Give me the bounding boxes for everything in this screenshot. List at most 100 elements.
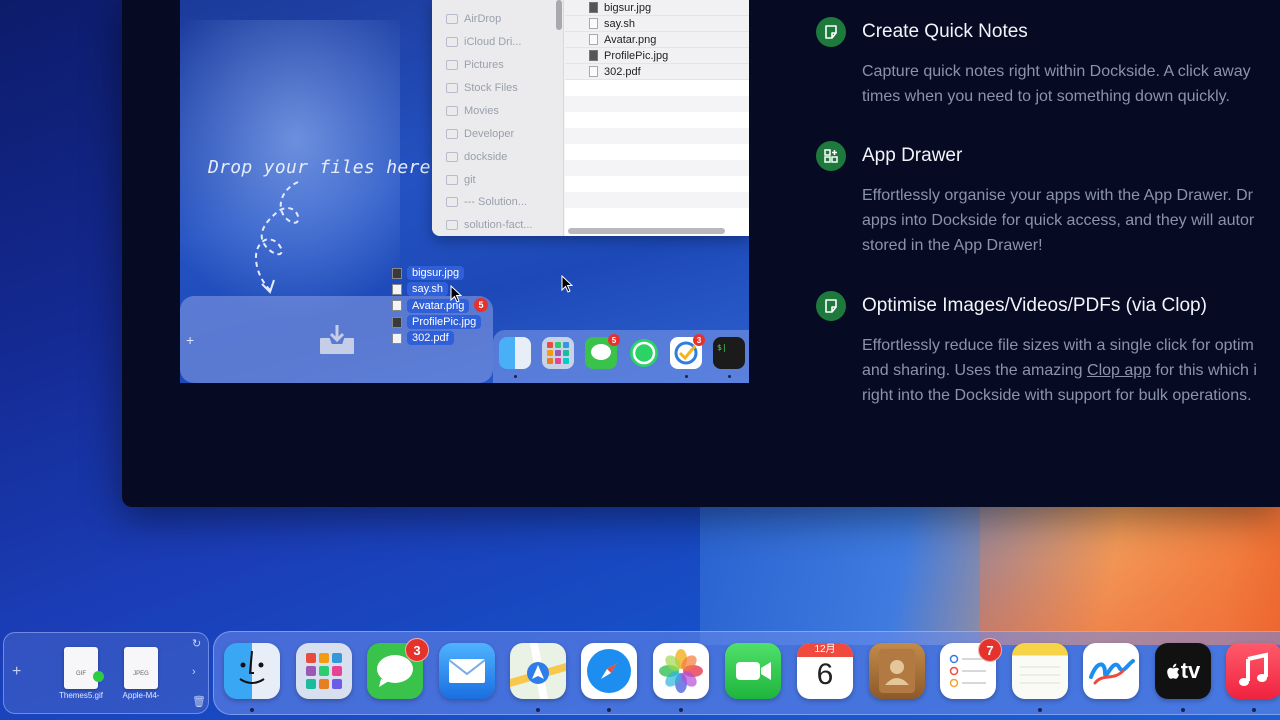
file-row[interactable]: bigsur.jpg (565, 0, 749, 16)
plus-icon[interactable]: + (186, 332, 194, 348)
folder-icon (446, 220, 458, 230)
sidebar-item-airdrop[interactable]: AirDrop (446, 10, 501, 28)
refresh-icon[interactable]: ↻ (192, 637, 201, 650)
status-dot (93, 671, 104, 682)
image-file-icon (392, 300, 402, 312)
dragged-file: bigsur.jpg (392, 265, 481, 281)
dragged-file: ProfilePic.jpg (392, 314, 482, 330)
sidebar-item-solution[interactable]: --- Solution... (446, 193, 527, 211)
feature-description: Capture quick notes right within Docksid… (862, 63, 1251, 105)
maps-icon[interactable] (510, 643, 566, 699)
music-icon[interactable] (1226, 643, 1280, 699)
finder-sidebar: AirDrop iCloud Dri... Pictures Stock Fil… (432, 0, 564, 236)
hammer-icon (446, 129, 458, 139)
freeform-icon[interactable] (1083, 643, 1139, 699)
sidebar-item-git[interactable]: git (446, 171, 476, 189)
sidebar-item-icloud[interactable]: iCloud Dri... (446, 33, 521, 51)
messages-badge: 5 (608, 334, 620, 346)
facetime-icon[interactable] (725, 643, 781, 699)
browser-window: Drop your files here AirDrop iCloud Dri.… (122, 0, 1280, 507)
wallpaper-wave-orange (980, 505, 1280, 645)
dockside-file-shelf[interactable]: + GIF Themes5.gif JPEG Apple-M4- ↻ › 🗑 (3, 632, 209, 714)
cloud-icon (446, 37, 458, 47)
finder-sidebar-scrollbar[interactable] (556, 0, 562, 30)
apple-tv-icon[interactable]: tv (1155, 643, 1211, 699)
sidebar-item-movies[interactable]: Movies (446, 102, 499, 120)
reminders-badge: 7 (978, 638, 1002, 662)
whatsapp-icon[interactable] (628, 337, 660, 369)
folder-icon (446, 83, 458, 93)
dragged-file: say.sh (392, 281, 481, 297)
script-file-icon (392, 283, 402, 295)
photo-icon (446, 60, 458, 70)
file-row[interactable]: 302.pdf (565, 64, 749, 80)
image-file-icon (589, 34, 598, 45)
mail-icon[interactable] (439, 643, 495, 699)
sidebar-item-stock-files[interactable]: Stock Files (446, 79, 518, 97)
calendar-month: 12月 (797, 643, 853, 657)
feature-description: Effortlessly organise your apps with the… (862, 187, 1255, 254)
calendar-icon[interactable]: 12月 6 (797, 643, 853, 699)
pdf-file-icon (589, 66, 598, 77)
sidebar-item-developer[interactable]: Developer (446, 125, 514, 143)
film-icon (446, 106, 458, 116)
finder-icon[interactable] (499, 337, 531, 369)
image-file-icon (589, 2, 598, 13)
finder-window: AirDrop iCloud Dri... Pictures Stock Fil… (432, 0, 749, 236)
tasks-badge: 3 (693, 334, 705, 346)
feature-title: Create Quick Notes (862, 21, 1028, 42)
finder-file-list: bigsur.jpg say.sh Avatar.png ProfilePic.… (565, 0, 749, 236)
airdrop-icon (446, 14, 458, 24)
file-row[interactable]: ProfilePic.jpg (565, 48, 749, 64)
calendar-day: 6 (816, 658, 834, 691)
feature-title: App Drawer (862, 145, 963, 166)
dragged-file: 302.pdf (392, 330, 481, 346)
script-file-icon (589, 18, 598, 29)
image-file-icon (392, 316, 402, 328)
cursor-arrow-icon (561, 275, 573, 293)
folder-icon (446, 152, 458, 162)
cursor-arrow-icon (450, 285, 462, 303)
notes-icon[interactable] (1012, 643, 1068, 699)
drag-count-badge: 5 (474, 298, 488, 312)
clop-app-link[interactable]: Clop app (1087, 362, 1151, 379)
dashed-arrow-icon (254, 181, 300, 294)
image-file-icon (392, 267, 402, 279)
demo-image: Drop your files here AirDrop iCloud Dri.… (180, 0, 749, 383)
launchpad-icon[interactable] (296, 643, 352, 699)
shelf-file[interactable]: JPEG Apple-M4- (118, 647, 164, 700)
image-file-icon (589, 50, 598, 61)
contacts-icon[interactable] (869, 643, 925, 699)
sidebar-item-solution-fact[interactable]: solution-fact... (446, 216, 532, 234)
launchpad-icon[interactable] (542, 337, 574, 369)
file-row[interactable]: Avatar.png (565, 32, 749, 48)
terminal-icon[interactable]: $| (713, 337, 745, 369)
gif-file-icon: GIF (64, 647, 98, 689)
feature-title: Optimise Images/Videos/PDFs (via Clop) (862, 295, 1207, 316)
messages-badge: 3 (405, 638, 429, 662)
tray-download-icon (320, 325, 354, 354)
app-grid-icon (816, 141, 846, 171)
feature-description: Effortlessly reduce file sizes with a si… (862, 337, 1257, 404)
folder-icon (446, 175, 458, 185)
note-icon (816, 291, 846, 321)
jpeg-file-icon: JPEG (124, 647, 158, 689)
apple-logo-icon (1166, 663, 1179, 679)
trash-icon[interactable]: 🗑 (192, 695, 206, 708)
dragged-files: bigsur.jpg say.sh Avatar.png ProfilePic.… (392, 265, 488, 346)
finder-horizontal-scrollbar[interactable] (568, 228, 725, 234)
dragged-file: Avatar.png (392, 298, 481, 314)
sidebar-item-pictures[interactable]: Pictures (446, 56, 504, 74)
demo-dock: 5 3 $| (493, 330, 749, 383)
file-row[interactable]: say.sh (565, 16, 749, 32)
sidebar-item-dockside[interactable]: dockside (446, 148, 507, 166)
photos-icon[interactable] (653, 643, 709, 699)
note-icon (816, 17, 846, 47)
main-dock: 3 12月 6 7 tv (213, 631, 1280, 715)
add-plus-icon[interactable]: + (12, 663, 21, 681)
chevron-right-icon[interactable]: › (192, 666, 196, 678)
safari-icon[interactable] (581, 643, 637, 699)
finder-icon[interactable] (224, 643, 280, 699)
pdf-file-icon (392, 332, 402, 344)
folder-icon (446, 197, 458, 207)
